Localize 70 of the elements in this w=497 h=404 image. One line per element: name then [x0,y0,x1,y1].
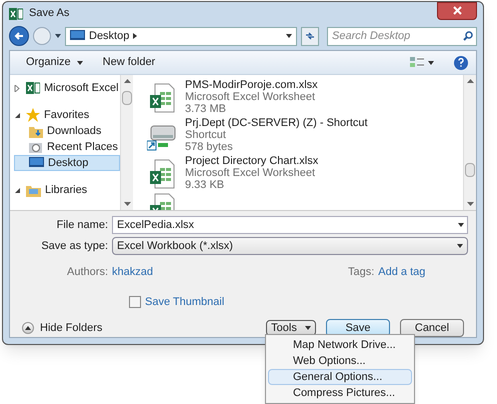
scroll-thumb[interactable] [122,91,132,105]
monitor-icon [70,30,85,42]
spreadsheet-file-icon [149,83,175,113]
search-field[interactable]: Search Desktop [327,26,477,46]
hide-folders-button[interactable]: Hide Folders [18,320,102,336]
field-label: File name: [56,218,108,233]
refresh-button[interactable] [301,26,319,46]
spreadsheet-icon [26,82,40,94]
collapse-arrow-icon[interactable] [14,112,22,118]
dialog-button[interactable]: Cancel [400,319,464,337]
file-item[interactable]: Project Directory Chart.xlsx Microsoft Excel Worksheet 9.33 KB [147,155,463,191]
menu-item[interactable]: Compress Pictures... [268,385,412,401]
search-icon [463,30,473,41]
refresh-icon [305,32,315,40]
spreadsheet-icon [9,8,23,20]
dropdown-caret-icon[interactable] [458,223,464,227]
menu-item[interactable]: Web Options... [268,353,412,369]
nav-item[interactable]: Desktop [14,155,120,171]
checkbox-label[interactable]: Save Thumbnail [145,294,224,310]
close-button[interactable] [437,2,477,20]
caret-icon [428,60,434,64]
file-type-dropdown[interactable]: Excel Workbook (*.xlsx) [112,237,468,255]
close-icon [452,6,462,16]
authors-link[interactable]: khakzad [112,264,272,280]
caret-icon [76,60,83,64]
scroll-thumb[interactable] [465,163,475,177]
nav-group[interactable]: Favorites [44,106,90,124]
clock-folder-icon [29,140,43,154]
expand-arrow-icon[interactable] [14,84,22,92]
menu-item[interactable]: General Options... [268,369,412,385]
caret-icon [304,326,311,330]
nav-item[interactable]: Recent Places [14,139,120,155]
scroll-up-arrow-icon[interactable] [124,79,130,83]
window-title: Save As [29,6,70,22]
field-label: Save as type: [40,238,108,254]
folder-icon [29,124,43,138]
breadcrumb-arrow-icon[interactable] [133,33,138,40]
back-button[interactable] [9,26,29,46]
dropdown-caret-icon [457,244,463,248]
scroll-down-arrow-icon[interactable] [466,202,474,206]
toolbar-button[interactable]: Organize [18,52,91,72]
nav-item[interactable]: Downloads [14,123,120,139]
scroll-up-arrow-icon[interactable] [466,79,474,83]
menu-item[interactable]: Map Network Drive... [268,337,412,353]
nav-group[interactable]: Microsoft Excel [44,80,119,96]
address-bar[interactable]: Desktop [65,26,297,46]
monitor-icon [29,157,44,169]
tags-link[interactable]: Add a tag [378,264,426,280]
library-folder-icon [26,184,41,196]
help-icon [458,58,464,67]
star-icon [26,108,40,122]
back-arrow-icon [14,31,24,42]
field-label: Tags: [348,265,374,280]
file-name-field[interactable]: ExcelPedia.xlsx [112,216,468,234]
scrollbar[interactable] [120,75,133,210]
toolbar-button[interactable]: New folder [94,52,164,72]
scrollbar[interactable] [463,75,476,210]
dropdown-caret-icon[interactable] [286,34,292,38]
view-list-icon [410,56,424,68]
field-label: Authors: [66,265,108,280]
nav-group[interactable]: Libraries [45,182,88,198]
collapse-arrow-icon[interactable] [14,186,22,194]
spreadsheet-file-icon [149,159,175,189]
scroll-down-arrow-icon[interactable] [124,202,130,206]
file-item[interactable]: PMS-ModirPoroje.com.xlsx Microsoft Excel Worksheet 3.73 MB [147,79,463,115]
file-item[interactable]: Prj.Dept (DC-SERVER) (Z) - Shortcut Shortcut 578 bytes [147,117,463,153]
thumbnail-checkbox[interactable] [129,296,141,308]
help-button[interactable] [454,56,468,70]
history-caret-icon[interactable] [55,34,61,38]
breadcrumb-location[interactable]: Desktop [89,28,130,44]
